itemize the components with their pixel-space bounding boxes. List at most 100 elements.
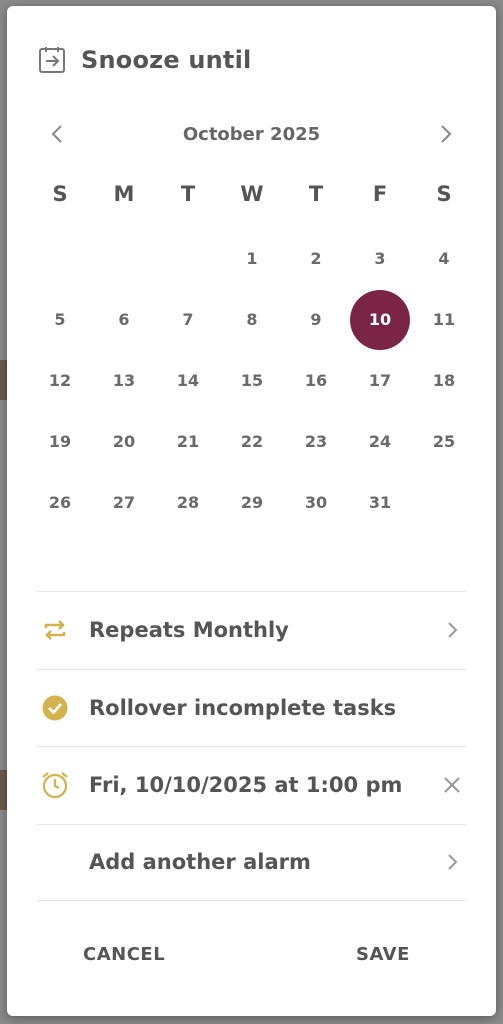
calendar-day[interactable]: 1 (220, 228, 284, 289)
calendar-day[interactable]: 18 (412, 350, 476, 411)
calendar-day[interactable]: 3 (348, 228, 412, 289)
month-navigation: October 2025 (37, 114, 466, 154)
calendar-day-number: 5 (54, 310, 66, 329)
weekday-label: F (372, 182, 388, 206)
calendar-day-number: 25 (432, 432, 456, 451)
calendar-day-number: 23 (304, 432, 328, 451)
calendar-day-number: 7 (182, 310, 194, 329)
calendar-day-number: 8 (246, 310, 258, 329)
calendar-day-number: 24 (368, 432, 392, 451)
calendar-day[interactable]: 4 (412, 228, 476, 289)
weekday-label: S (436, 182, 452, 206)
calendar-day[interactable]: 12 (28, 350, 92, 411)
calendar-day[interactable]: 23 (284, 411, 348, 472)
calendar-day-number: 16 (304, 371, 328, 390)
calendar-day-number: 3 (374, 249, 386, 268)
calendar-day-number: 17 (368, 371, 392, 390)
calendar-day[interactable]: 30 (284, 472, 348, 533)
calendar-day[interactable]: 7 (156, 289, 220, 350)
repeat-row[interactable]: Repeats Monthly (37, 591, 466, 669)
snooze-arrow-icon (37, 45, 67, 75)
alarm-clock-icon (39, 769, 71, 801)
calendar-blank-cell (156, 228, 220, 289)
calendar-day-number: 1 (246, 249, 258, 268)
rollover-row[interactable]: Rollover incomplete tasks (37, 668, 466, 747)
calendar-day-number: 14 (176, 371, 200, 390)
cancel-button[interactable]: CANCEL (83, 944, 165, 965)
calendar-day-number: 28 (176, 493, 200, 512)
chevron-right-icon (438, 616, 466, 644)
close-icon[interactable] (438, 771, 466, 799)
calendar-day[interactable]: 2 (284, 228, 348, 289)
calendar-day-number: 22 (240, 432, 264, 451)
weekday-label: T (308, 182, 324, 206)
calendar-day-number: 30 (304, 493, 328, 512)
repeat-label: Repeats Monthly (89, 618, 289, 643)
calendar-day[interactable]: 13 (92, 350, 156, 411)
calendar-day-number: 10 (350, 289, 410, 350)
calendar-day[interactable]: 29 (220, 472, 284, 533)
calendar-day[interactable]: 9 (284, 289, 348, 350)
rollover-label: Rollover incomplete tasks (89, 695, 397, 720)
calendar-day[interactable]: 6 (92, 289, 156, 350)
add-alarm-row[interactable]: Add another alarm (37, 823, 466, 901)
calendar-day-number: 15 (240, 371, 264, 390)
calendar-day-number: 12 (48, 371, 72, 390)
dialog-header: Snooze until (37, 40, 251, 80)
calendar-blank-cell (28, 228, 92, 289)
alarm-row[interactable]: Fri, 10/10/2025 at 1:00 pm (37, 746, 466, 824)
chevron-right-icon[interactable] (426, 114, 466, 154)
calendar-day[interactable]: 22 (220, 411, 284, 472)
calendar-day[interactable]: 26 (28, 472, 92, 533)
calendar-day-number: 18 (432, 371, 456, 390)
calendar-day-number: 11 (432, 310, 456, 329)
calendar-day[interactable]: 20 (92, 411, 156, 472)
calendar-day[interactable]: 11 (412, 289, 476, 350)
calendar-day-number: 13 (112, 371, 136, 390)
calendar-day[interactable]: 5 (28, 289, 92, 350)
alarm-label: Fri, 10/10/2025 at 1:00 pm (89, 773, 403, 798)
weekday-label: T (180, 182, 196, 206)
calendar-day[interactable]: 28 (156, 472, 220, 533)
check-circle-icon (39, 692, 71, 724)
calendar-day[interactable]: 25 (412, 411, 476, 472)
chevron-right-icon (438, 848, 466, 876)
calendar-day-number: 31 (368, 493, 392, 512)
calendar-day[interactable]: 19 (28, 411, 92, 472)
calendar-day-number: 21 (176, 432, 200, 451)
calendar-day-number: 20 (112, 432, 136, 451)
calendar-day-number: 4 (438, 249, 450, 268)
weekday-label: S (52, 182, 68, 206)
weekday-label: M (113, 182, 135, 206)
weekday-label: W (240, 182, 264, 206)
calendar-day-number: 6 (118, 310, 130, 329)
dialog-actions: CANCEL SAVE (7, 936, 496, 986)
calendar-day-number: 9 (310, 310, 322, 329)
repeat-icon (39, 614, 71, 646)
save-button[interactable]: SAVE (356, 944, 410, 965)
weekday-header: S M T W T F S (28, 174, 476, 214)
calendar-day-number: 29 (240, 493, 264, 512)
calendar-day[interactable]: 31 (348, 472, 412, 533)
snooze-dialog: Snooze until October 2025 S M T W T F S … (7, 6, 496, 1016)
calendar-day[interactable]: 24 (348, 411, 412, 472)
snooze-options: Repeats Monthly Rollover incomplete task… (37, 591, 466, 901)
calendar-day[interactable]: 16 (284, 350, 348, 411)
dialog-title: Snooze until (81, 46, 252, 74)
calendar-day-number: 27 (112, 493, 136, 512)
calendar-day-number: 26 (48, 493, 72, 512)
chevron-left-icon[interactable] (37, 114, 77, 154)
calendar-day[interactable]: 15 (220, 350, 284, 411)
calendar-days-grid: 1 2 3 4 5 6 7 8 9 10 11 12 13 14 15 16 17 18 19 20 21 22 23 24 2… (28, 228, 476, 533)
calendar-day-number: 19 (48, 432, 72, 451)
calendar-day-number: 2 (310, 249, 322, 268)
calendar-day[interactable]: 14 (156, 350, 220, 411)
month-label: October 2025 (182, 123, 321, 145)
calendar-day[interactable]: 21 (156, 411, 220, 472)
calendar-day-selected[interactable]: 10 (348, 289, 412, 350)
add-alarm-label: Add another alarm (89, 850, 311, 875)
calendar-day[interactable]: 17 (348, 350, 412, 411)
calendar-blank-cell (92, 228, 156, 289)
calendar-day[interactable]: 27 (92, 472, 156, 533)
calendar-day[interactable]: 8 (220, 289, 284, 350)
